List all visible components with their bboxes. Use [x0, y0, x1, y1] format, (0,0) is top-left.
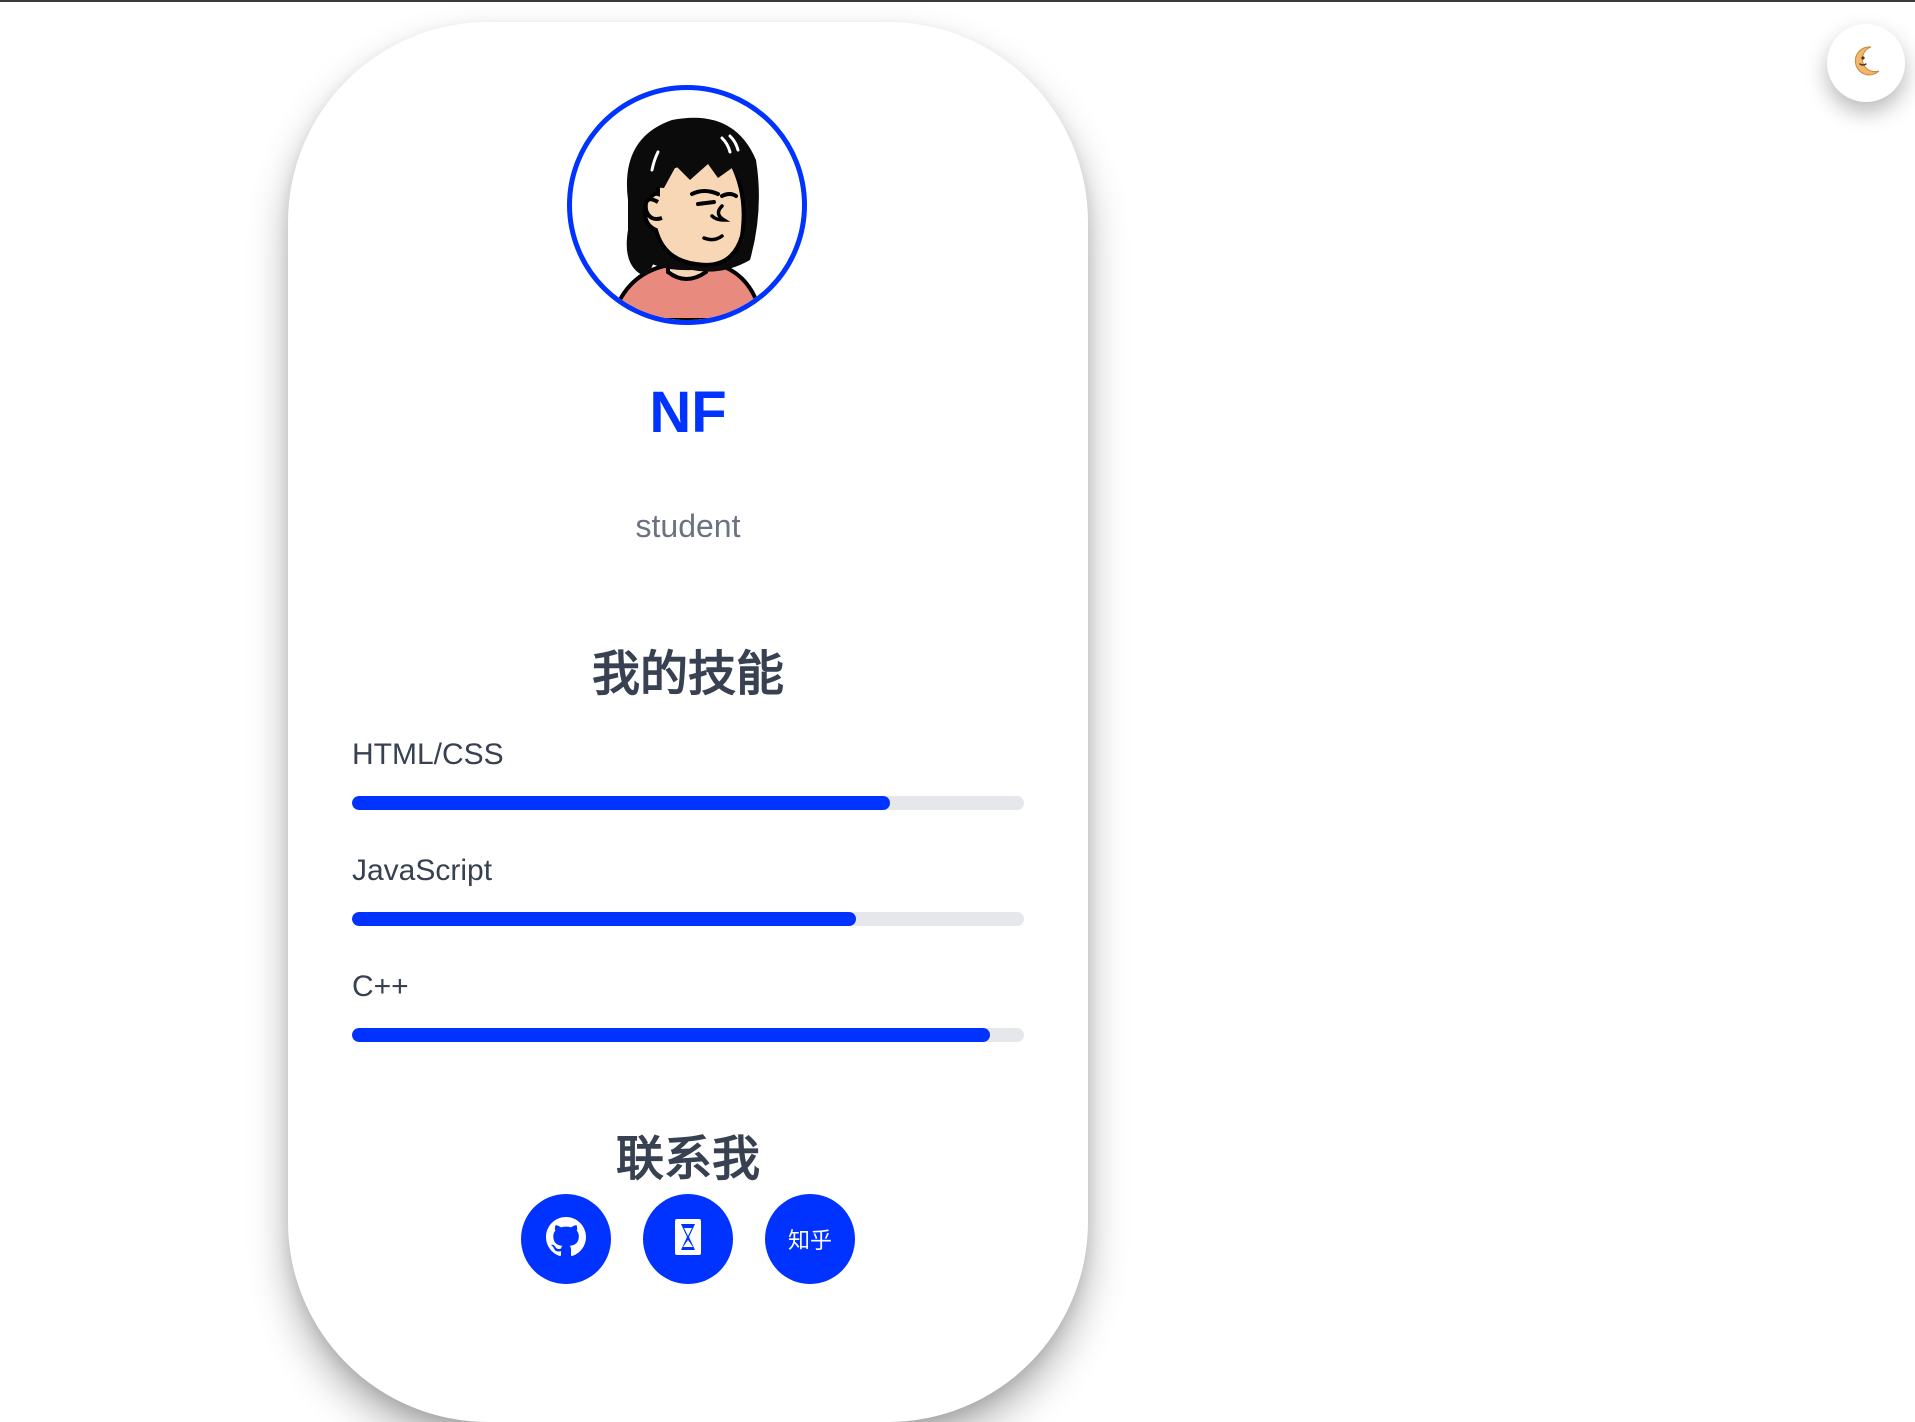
skill-label: HTML/CSS [352, 738, 504, 771]
profile-name: NF [649, 380, 727, 445]
skills-heading: 我的技能 [591, 646, 784, 702]
skill-label: C++ [352, 970, 409, 1003]
skill-progress-fill [352, 1028, 991, 1042]
skill-progress-fill [352, 796, 890, 810]
hourglass-icon [673, 1217, 703, 1262]
zhihu-link-button[interactable]: 知乎 [765, 1194, 855, 1284]
avatar-illustration [609, 117, 765, 320]
hourglass-link-button[interactable] [643, 1194, 733, 1284]
theme-toggle-button[interactable] [1827, 24, 1905, 102]
skill-label: JavaScript [352, 854, 493, 887]
crescent-moon-icon [1849, 44, 1883, 83]
skill-progress-track [352, 1028, 1024, 1042]
profile-role: student [635, 508, 741, 544]
skill-progress-fill [352, 912, 856, 926]
avatar [567, 85, 807, 325]
skill-progress-track [352, 796, 1024, 810]
zhihu-label: 知乎 [787, 1229, 832, 1254]
skill-item: JavaScript [352, 854, 1024, 926]
profile-card: NF student 我的技能 HTML/CSS JavaScript C++ … [288, 22, 1088, 1422]
github-icon [546, 1216, 586, 1262]
skill-progress-track [352, 912, 1024, 926]
skill-item: C++ [352, 970, 1024, 1042]
github-link-button[interactable] [521, 1194, 611, 1284]
top-border [0, 0, 1915, 2]
skill-item: HTML/CSS [352, 738, 1024, 810]
contact-heading: 联系我 [615, 1131, 760, 1187]
contact-links: 知乎 [288, 1194, 1088, 1284]
